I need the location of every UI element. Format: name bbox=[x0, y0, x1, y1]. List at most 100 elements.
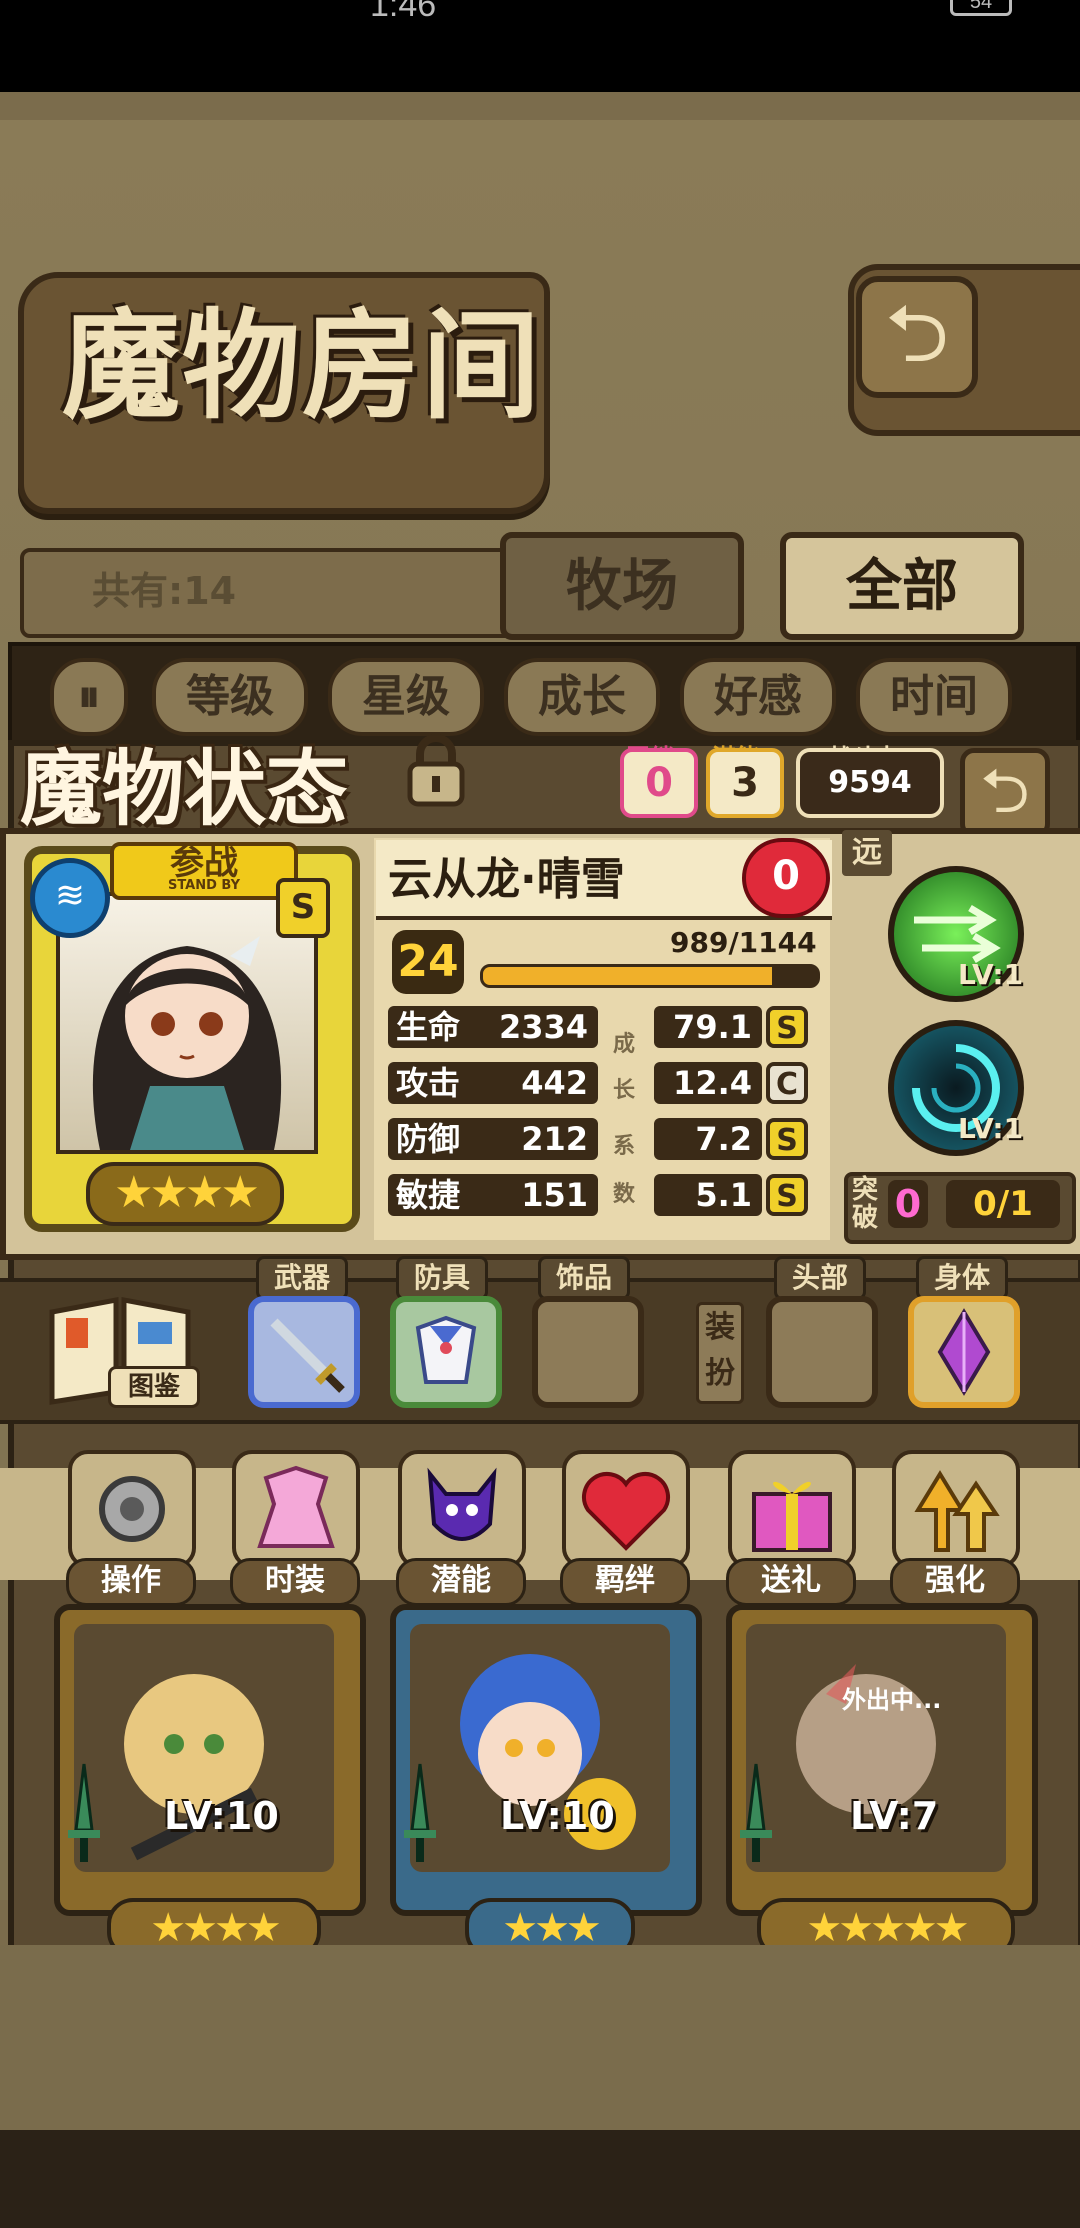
stat-label: 生命 bbox=[396, 1008, 461, 1046]
lock-icon bbox=[407, 734, 465, 807]
battery-indicator: 54 bbox=[950, 0, 1012, 16]
monster-card[interactable]: LV:7 外出中... bbox=[726, 1604, 1038, 1916]
growth-header-char: 系 bbox=[612, 1134, 635, 1159]
armor-slot[interactable] bbox=[390, 1296, 502, 1408]
sort-star-button[interactable]: 星级 bbox=[328, 658, 484, 736]
upgrade-arrows-icon bbox=[892, 1450, 1020, 1568]
weapon-slot[interactable] bbox=[248, 1296, 360, 1408]
power-value: 9594 bbox=[796, 748, 944, 818]
weapon-slot-label: 武器 bbox=[256, 1256, 348, 1300]
monster-portrait-illustration bbox=[92, 936, 282, 1150]
rank-badge: S bbox=[276, 878, 330, 938]
stat-value: 151 bbox=[521, 1176, 588, 1214]
stat-value: 212 bbox=[521, 1120, 588, 1158]
growth-header-char: 数 bbox=[612, 1182, 635, 1207]
standby-label: 参战 bbox=[170, 843, 238, 883]
gift-icon bbox=[728, 1450, 856, 1568]
tab-ranch[interactable]: 牧场 bbox=[500, 532, 744, 640]
action-button-hearts[interactable]: 羁绊 bbox=[560, 1450, 690, 1606]
grade-badge-defense: S bbox=[766, 1118, 808, 1160]
standby-badge[interactable]: 参战 STAND BY bbox=[110, 842, 298, 900]
close-status-button[interactable]: ⮌ bbox=[960, 748, 1050, 838]
codex-label: 图鉴 bbox=[108, 1366, 200, 1408]
bottom-map-band bbox=[0, 1945, 1080, 2135]
purple-crystal-icon bbox=[937, 1308, 991, 1396]
stat-label: 攻击 bbox=[396, 1064, 461, 1102]
growth-attack: 12.4 bbox=[654, 1062, 762, 1104]
back-button[interactable]: ⮌ bbox=[856, 276, 978, 398]
exp-text: 989/1144 bbox=[670, 926, 817, 959]
hearts-icon bbox=[562, 1450, 690, 1568]
standby-sub-label: STAND BY bbox=[167, 878, 241, 893]
exp-bar-fill bbox=[483, 967, 772, 985]
action-button-shadow-demon[interactable]: 潜能 bbox=[396, 1450, 526, 1606]
sort-time-button[interactable]: 时间 bbox=[856, 658, 1012, 736]
accessory-slot[interactable] bbox=[532, 1296, 644, 1408]
gear-icon bbox=[68, 1450, 196, 1568]
breakthrough-ratio[interactable]: 0/1 bbox=[946, 1180, 1060, 1228]
dress-up-label: 装扮 bbox=[696, 1302, 744, 1404]
clock: 1:46 bbox=[370, 0, 437, 24]
grade-badge-agility: S bbox=[766, 1174, 808, 1216]
stat-attack: 攻击 442 bbox=[388, 1062, 598, 1104]
stat-label: 防御 bbox=[396, 1120, 461, 1158]
water-element-icon: ≋ bbox=[30, 858, 110, 938]
skill-1-level: LV:1 bbox=[958, 958, 1024, 991]
growth-defense: 7.2 bbox=[654, 1118, 762, 1160]
dress-icon bbox=[232, 1450, 360, 1568]
monster-card[interactable]: LV:10 bbox=[54, 1604, 366, 1916]
stat-value: 2334 bbox=[498, 1008, 588, 1046]
growth-header-char: 成 bbox=[612, 1032, 635, 1057]
bond-value: 0 bbox=[620, 748, 698, 818]
growth-agility: 5.1 bbox=[654, 1174, 762, 1216]
stat-defense: 防御 212 bbox=[388, 1118, 598, 1160]
action-label: 羁绊 bbox=[560, 1558, 690, 1606]
action-button-gift[interactable]: 送礼 bbox=[726, 1450, 856, 1606]
action-button-upgrade-arrows[interactable]: 强化 bbox=[890, 1450, 1020, 1606]
monster-card-level: LV:10 bbox=[500, 1794, 615, 1838]
breakthrough-count: 0 bbox=[888, 1180, 928, 1228]
sailor-outfit-icon bbox=[415, 1315, 477, 1384]
body-slot[interactable] bbox=[908, 1296, 1020, 1408]
sort-growth-button[interactable]: 成长 bbox=[504, 658, 660, 736]
action-button-dress[interactable]: 时装 bbox=[230, 1450, 360, 1606]
range-tag: 远 bbox=[842, 830, 892, 876]
grade-badge-hp: S bbox=[766, 1006, 808, 1048]
away-status: 外出中... bbox=[842, 1686, 942, 1714]
pause-icon: ⏸ bbox=[78, 671, 100, 722]
accessory-slot-label: 饰品 bbox=[538, 1256, 630, 1300]
stat-hp: 生命 2334 bbox=[388, 1006, 598, 1048]
affection-heart-icon[interactable]: 0 bbox=[742, 838, 830, 918]
grade-badge-attack: C bbox=[766, 1062, 808, 1104]
star-rating: ★★★★ bbox=[86, 1162, 284, 1226]
action-label: 送礼 bbox=[726, 1558, 856, 1606]
sort-affection-button[interactable]: 好感 bbox=[680, 658, 836, 736]
monster-card-level: LV:10 bbox=[164, 1794, 279, 1838]
skill-2-level: LV:1 bbox=[958, 1112, 1024, 1145]
growth-header-char: 长 bbox=[612, 1078, 635, 1103]
sword-badge-icon bbox=[736, 1760, 776, 1870]
sword-badge-icon bbox=[400, 1760, 440, 1870]
return-arrow-icon: ⮌ bbox=[980, 754, 1030, 827]
tab-all[interactable]: 全部 bbox=[780, 532, 1024, 640]
stat-agility: 敏捷 151 bbox=[388, 1174, 598, 1216]
bottom-dark-band bbox=[0, 2130, 1080, 2228]
shadow-demon-icon bbox=[398, 1450, 526, 1568]
armor-slot-label: 防具 bbox=[396, 1256, 488, 1300]
action-button-gear[interactable]: 操作 bbox=[66, 1450, 196, 1606]
lock-button[interactable] bbox=[396, 730, 476, 810]
monster-card[interactable]: LV:10 bbox=[390, 1604, 702, 1916]
status-panel-title: 魔物状态 bbox=[20, 741, 349, 837]
action-label: 操作 bbox=[66, 1558, 196, 1606]
exp-bar bbox=[480, 964, 820, 988]
growth-hp: 79.1 bbox=[654, 1006, 762, 1048]
action-label: 时装 bbox=[230, 1558, 360, 1606]
action-label: 强化 bbox=[890, 1558, 1020, 1606]
breakthrough-label: 突破 bbox=[851, 1175, 878, 1233]
room-title: 魔物房间 bbox=[62, 296, 543, 435]
monster-count: 共有:14 bbox=[92, 569, 237, 613]
body-slot-label: 身体 bbox=[916, 1256, 1008, 1300]
head-slot-label: 头部 bbox=[774, 1256, 866, 1300]
level-badge: 24 bbox=[392, 930, 464, 994]
head-slot[interactable] bbox=[766, 1296, 878, 1408]
